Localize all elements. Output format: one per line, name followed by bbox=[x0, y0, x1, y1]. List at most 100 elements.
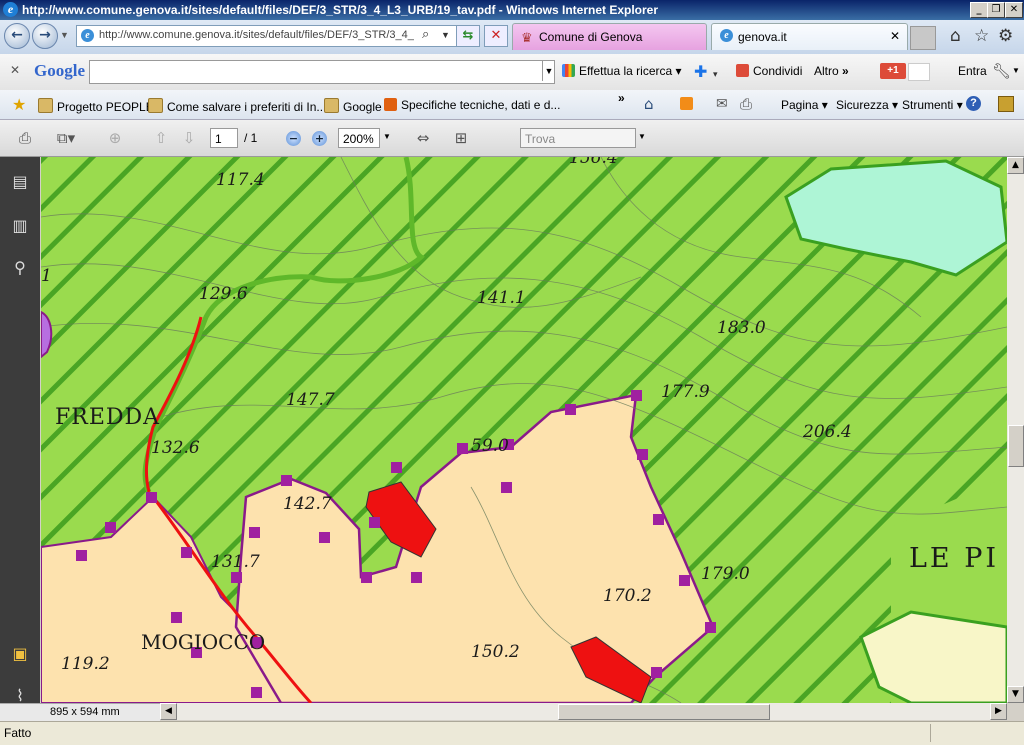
favorite-label: Google bbox=[343, 100, 382, 114]
more-button[interactable]: Altro » bbox=[814, 64, 849, 78]
search-icon[interactable]: ⌕ bbox=[422, 27, 429, 42]
crest-icon: ♛ bbox=[521, 30, 533, 45]
page-icon bbox=[324, 98, 339, 113]
horizontal-scroll-thumb[interactable] bbox=[558, 704, 770, 720]
status-bar: Fatto bbox=[0, 721, 1024, 745]
favorite-item-specifiche[interactable]: Specifiche tecniche, dati e d... bbox=[384, 98, 560, 112]
share-button[interactable]: Condividi bbox=[736, 64, 802, 78]
address-text: http://www.comune.genova.it/sites/defaul… bbox=[99, 29, 414, 41]
vertical-scrollbar[interactable]: ▲ ▼ bbox=[1007, 157, 1024, 703]
map-label: FREDDA bbox=[55, 405, 160, 430]
print-icon[interactable]: ⎙ bbox=[740, 95, 752, 113]
map-label: 147.7 bbox=[286, 390, 335, 410]
status-divider bbox=[930, 724, 931, 742]
menu-sicurezza[interactable]: Sicurezza ▾ bbox=[836, 98, 898, 112]
share-icon[interactable]: ⧉▾ bbox=[50, 127, 82, 149]
google-search-input[interactable] bbox=[89, 60, 555, 84]
share-label: Condividi bbox=[753, 64, 803, 78]
plus-icon[interactable]: ✚ ▾ bbox=[694, 62, 718, 81]
tab-comune-di-genova[interactable]: ♛ Comune di Genova bbox=[512, 23, 707, 50]
zoom-dropdown-icon[interactable]: ▼ bbox=[383, 132, 391, 141]
close-toolbar-icon[interactable]: ✕ bbox=[10, 63, 20, 77]
scroll-left-icon[interactable]: ◀ bbox=[160, 703, 177, 720]
binoculars-icon[interactable]: ⚲ bbox=[9, 257, 31, 279]
research-icon[interactable] bbox=[998, 96, 1014, 112]
address-dropdown-icon[interactable]: ▼ bbox=[441, 30, 450, 40]
menu-label: Sicurezza bbox=[836, 98, 889, 112]
menu-pagina[interactable]: Pagina ▾ bbox=[781, 98, 828, 112]
close-tab-icon[interactable]: ✕ bbox=[890, 29, 900, 43]
favorite-item-google[interactable]: Google bbox=[324, 98, 382, 114]
previous-page-icon[interactable]: ⇧ bbox=[150, 127, 172, 149]
favorite-label: Come salvare i preferiti di In... bbox=[167, 100, 327, 114]
zoom-input[interactable]: 200% bbox=[338, 128, 380, 148]
google-g-icon bbox=[562, 64, 575, 77]
tools-gear-icon[interactable]: ⚙ bbox=[998, 26, 1013, 46]
favorite-label: Progetto PEOPLE bbox=[57, 100, 154, 114]
history-dropdown-icon[interactable]: ▼ bbox=[60, 30, 69, 40]
map-label: 141.1 bbox=[477, 288, 526, 308]
navigation-bar: ← → ▼ e http://www.comune.genova.it/site… bbox=[0, 20, 1024, 54]
find-input[interactable]: Trova bbox=[520, 128, 636, 148]
pdf-sidebar: ▤ ▥ ⚲ ▣ ⌇ bbox=[0, 157, 40, 719]
plus-one-badge[interactable]: +1 bbox=[880, 63, 906, 79]
home-icon[interactable]: ⌂ bbox=[644, 95, 654, 113]
pdf-map-view[interactable]: 117.4 156.4 129.6 141.1 183.0 147.7 177.… bbox=[41, 157, 1007, 703]
fit-width-icon[interactable]: ⇔ bbox=[412, 127, 434, 149]
favorite-item-progetto-people[interactable]: Progetto PEOPLE bbox=[38, 98, 154, 114]
compatibility-view-icon[interactable]: ⇆ bbox=[456, 25, 480, 47]
map-label: 1 bbox=[41, 266, 52, 286]
signin-link[interactable]: Entra bbox=[958, 64, 987, 78]
page-icon bbox=[384, 98, 397, 111]
favorites-star-icon[interactable]: ★ bbox=[12, 95, 26, 114]
print-icon[interactable]: ⎙ bbox=[14, 127, 36, 149]
new-tab-button[interactable] bbox=[910, 26, 936, 50]
map-label: 129.6 bbox=[199, 284, 248, 304]
maximize-button[interactable]: ❐ bbox=[987, 2, 1005, 18]
minimize-button[interactable]: _ bbox=[970, 2, 988, 18]
stop-icon[interactable]: ✕ bbox=[484, 25, 508, 47]
feeds-icon[interactable] bbox=[680, 97, 693, 110]
menu-label: Pagina bbox=[781, 98, 819, 112]
more-chevron-icon: » bbox=[842, 64, 849, 78]
next-page-icon[interactable]: ⇩ bbox=[178, 127, 200, 149]
forward-button[interactable]: → bbox=[32, 23, 58, 49]
menu-strumenti[interactable]: Strumenti ▾ bbox=[902, 98, 963, 112]
wrench-icon[interactable]: 🔧︎ bbox=[992, 62, 1011, 80]
google-search-button[interactable]: Effettua la ricerca ▾ bbox=[562, 64, 682, 78]
map-label: 132.6 bbox=[151, 438, 200, 458]
help-icon[interactable]: ? bbox=[966, 96, 981, 111]
close-window-button[interactable]: ✕ bbox=[1005, 2, 1023, 18]
fit-page-icon[interactable]: ⊞ bbox=[450, 127, 472, 149]
vertical-scroll-thumb[interactable] bbox=[1008, 425, 1024, 467]
back-button[interactable]: ← bbox=[4, 23, 30, 49]
tab-genova-it[interactable]: e genova.it ✕ bbox=[711, 23, 908, 50]
favorites-star-icon[interactable]: ☆ bbox=[974, 26, 989, 46]
map-label: 183.0 bbox=[717, 318, 766, 338]
notification-box[interactable] bbox=[908, 63, 930, 81]
wrench-dropdown-icon[interactable]: ▼ bbox=[1012, 66, 1020, 75]
search-dropdown-icon[interactable]: ▼ bbox=[542, 61, 555, 81]
tab-label: Comune di Genova bbox=[539, 30, 643, 44]
zoom-in-icon[interactable]: + bbox=[312, 131, 327, 146]
address-bar[interactable]: e http://www.comune.genova.it/sites/defa… bbox=[76, 25, 464, 47]
scroll-down-icon[interactable]: ▼ bbox=[1007, 686, 1024, 703]
favorites-overflow-icon[interactable]: » bbox=[618, 91, 625, 105]
map-label: 150.2 bbox=[471, 642, 520, 662]
mail-icon[interactable]: ✉ bbox=[716, 96, 728, 112]
pages-icon[interactable]: ▤ bbox=[9, 171, 31, 193]
title-bar: e http://www.comune.genova.it/sites/defa… bbox=[0, 0, 1024, 20]
bookmarks-icon[interactable]: ▥ bbox=[9, 215, 31, 237]
find-dropdown-icon[interactable]: ▼ bbox=[638, 132, 646, 141]
scroll-up-icon[interactable]: ▲ bbox=[1007, 157, 1024, 174]
home-icon[interactable]: ⌂ bbox=[950, 26, 961, 46]
zoom-out-icon[interactable]: − bbox=[286, 131, 301, 146]
comments-icon[interactable]: ▣ bbox=[9, 643, 31, 665]
page-number-input[interactable]: 1 bbox=[210, 128, 238, 148]
horizontal-scrollbar[interactable]: ◀ ▶ bbox=[160, 703, 1007, 720]
scroll-right-icon[interactable]: ▶ bbox=[990, 703, 1007, 720]
menu-label: Strumenti bbox=[902, 98, 954, 112]
google-logo[interactable]: Google bbox=[34, 61, 85, 81]
favorite-item-salvare-preferiti[interactable]: Come salvare i preferiti di In... bbox=[148, 98, 326, 114]
tab-label: genova.it bbox=[738, 30, 787, 44]
